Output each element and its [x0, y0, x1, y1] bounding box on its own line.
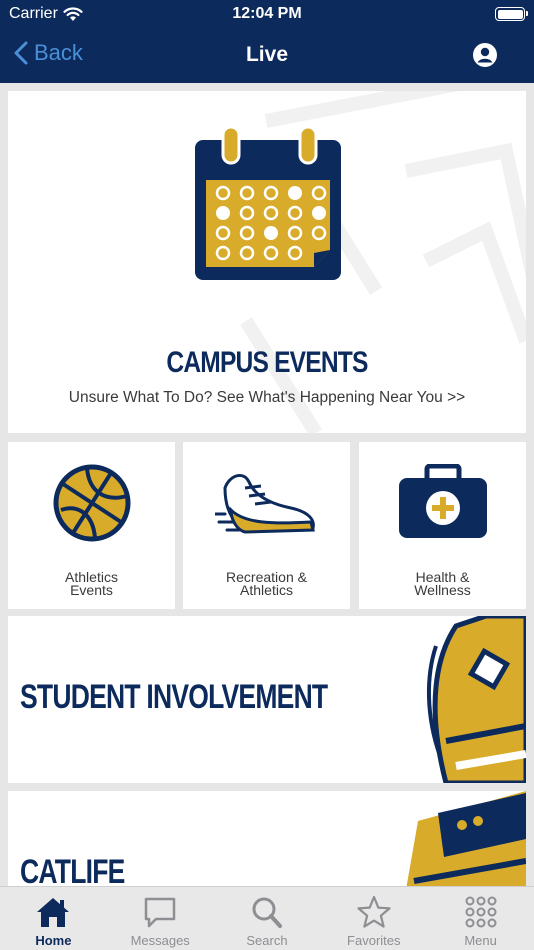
- tab-bar: Home Messages Search Favorites Menu: [0, 886, 534, 950]
- grid-menu-icon: [465, 896, 497, 928]
- campus-events-card[interactable]: CAMPUS EVENTS Unsure What To Do? See Wha…: [8, 91, 526, 433]
- sneaker-icon: [214, 473, 315, 534]
- search-icon: [252, 897, 282, 928]
- health-wellness-tile[interactable]: Health & Wellness: [359, 442, 526, 609]
- star-icon: [357, 895, 391, 928]
- calendar-icon: [195, 125, 341, 280]
- student-involvement-card[interactable]: STUDENT INVOLVEMENT: [8, 616, 526, 783]
- page-title: Live: [245, 43, 289, 66]
- tab-home[interactable]: Home: [0, 887, 107, 950]
- tab-favorites-label: Favorites: [347, 933, 401, 948]
- campus-events-subtitle: Unsure What To Do? See What's Happening …: [68, 389, 466, 406]
- tab-messages[interactable]: Messages: [107, 887, 214, 950]
- chat-bubble-icon: [404, 791, 526, 901]
- health-wellness-label: Health & Wellness: [414, 569, 471, 598]
- athletics-events-tile[interactable]: Athletics Events: [8, 442, 175, 609]
- status-time: 12:04 PM: [232, 5, 302, 22]
- catlife-card[interactable]: CATLIFE: [8, 791, 526, 901]
- battery-icon: [495, 7, 528, 21]
- tab-search[interactable]: Search: [214, 887, 321, 950]
- backpack-icon: [426, 616, 526, 783]
- tab-messages-label: Messages: [130, 933, 190, 948]
- navigation-bar: Back Live: [0, 30, 534, 83]
- chat-icon: [144, 897, 176, 928]
- basketball-icon: [53, 464, 130, 542]
- recreation-athletics-label: Recreation & Athletics: [226, 569, 307, 598]
- profile-icon[interactable]: [472, 42, 498, 68]
- tab-search-label: Search: [246, 933, 288, 948]
- first-aid-kit-icon: [398, 464, 487, 538]
- status-bar: Carrier 12:04 PM: [0, 0, 534, 30]
- tab-menu-label: Menu: [464, 933, 497, 948]
- tab-favorites[interactable]: Favorites: [320, 887, 427, 950]
- athletics-events-label: Athletics Events: [65, 569, 118, 598]
- home-icon: [37, 898, 70, 927]
- tab-menu[interactable]: Menu: [427, 887, 534, 950]
- recreation-athletics-tile[interactable]: Recreation & Athletics: [183, 442, 350, 609]
- campus-events-title: CAMPUS EVENTS: [166, 346, 368, 379]
- student-involvement-title: STUDENT INVOLVEMENT: [20, 678, 328, 716]
- tab-home-label: Home: [35, 933, 72, 948]
